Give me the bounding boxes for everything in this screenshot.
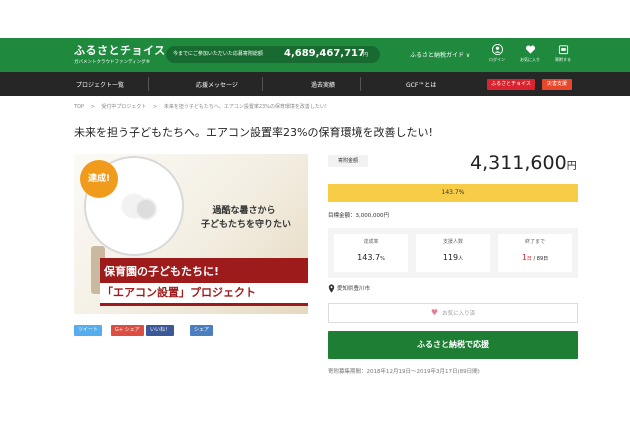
- donation-amount-value: 4,311,600: [470, 152, 567, 174]
- user-icon: [491, 44, 503, 55]
- stat-value: 1日 / 89日: [521, 253, 549, 262]
- nav-support-messages[interactable]: 応援メッセージ: [196, 80, 238, 89]
- stat-label: 終了まで: [524, 239, 545, 245]
- total-donations-label: 今までにご参加いただいた応募寄附総額: [173, 51, 263, 57]
- disaster-support-button[interactable]: 災害支援: [542, 79, 572, 90]
- site-header: ふるさとチョイス ガバメントクラウドファンディング® 今までにご参加いただいた応…: [0, 38, 630, 72]
- tweet-button[interactable]: ツイート: [74, 325, 103, 336]
- project-hero-image: 達成! 過酷な暑さから 子どもたちを守りたい 保育園の子どもたちに! 「エアコン…: [74, 154, 308, 314]
- donation-amount-label: 寄附金額: [328, 155, 368, 167]
- breadcrumb-open-projects[interactable]: 受付中プロジェクト: [101, 104, 146, 110]
- breadcrumb-separator: >: [90, 104, 95, 110]
- stat-supporters: 支援人数 119人: [416, 234, 490, 272]
- total-donations-pill: 今までにご参加いただいた応募寄附総額 4,689,467,717 円: [166, 46, 380, 63]
- donate-support-button[interactable]: ふるさと納税で応援: [328, 331, 578, 359]
- nav-divider: [262, 77, 263, 91]
- project-location: 愛知県豊川市: [328, 284, 370, 293]
- hero-caption-line2: 子どもたちを守りたい: [200, 220, 291, 230]
- breadcrumb-top[interactable]: TOP: [74, 104, 84, 110]
- goal-amount: 目標金額：3,000,000円: [328, 213, 389, 219]
- donation-amount: 4,311,600円: [470, 152, 577, 174]
- hero-caption: 過酷な暑さから 子どもたちを守りたい: [186, 204, 306, 232]
- favorite-button[interactable]: ♥ お気に入り済: [328, 303, 578, 323]
- stat-achievement-rate: 達成率 143.7%: [334, 234, 408, 272]
- favorite-label: お気に入り済: [442, 311, 476, 317]
- page-title: 未来を担う子どもたちへ。エアコン設置率23%の保育環境を改善したい!: [74, 126, 433, 139]
- login-label: ログイン: [489, 57, 505, 62]
- google-plus-share-button[interactable]: G+ シェア: [111, 325, 144, 336]
- gift-box-icon: [558, 45, 568, 55]
- achieved-badge: 達成!: [80, 160, 118, 198]
- facebook-like-button[interactable]: いいね！: [146, 325, 175, 336]
- logo-title: ふるさとチョイス: [74, 44, 166, 57]
- progress-bar: 143.7%: [328, 184, 578, 202]
- site-logo[interactable]: ふるさとチョイス ガバメントクラウドファンディング®: [74, 42, 166, 65]
- nav-past-results[interactable]: 過去実績: [311, 80, 335, 89]
- heart-icon: [525, 45, 535, 54]
- nav-project-list[interactable]: プロジェクト一覧: [76, 80, 124, 89]
- furusato-choice-button[interactable]: ふるさとチョイス: [487, 79, 535, 90]
- location-text: 愛知県豊川市: [337, 286, 371, 292]
- hero-banner-line1: 保育園の子どもたちに!: [104, 265, 220, 278]
- donate-label: 寄附する: [555, 57, 571, 62]
- hero-banner-line2: 「エアコン設置」プロジェクト: [100, 283, 308, 303]
- stats-panel: 達成率 143.7% 支援人数 119人 終了まで 1日 / 89日: [328, 228, 578, 278]
- heart-icon: ♥: [430, 308, 439, 317]
- breadcrumb-separator: >: [153, 104, 158, 110]
- nav-divider: [360, 77, 361, 91]
- stat-days-remaining: 終了まで 1日 / 89日: [498, 234, 572, 272]
- stat-value: 119人: [442, 253, 464, 262]
- breadcrumb: TOP > 受付中プロジェクト > 未来を担う子どもたちへ。エアコン設置率23%…: [74, 103, 332, 110]
- stat-label: 支援人数: [442, 239, 463, 245]
- progress-percent: 143.7%: [441, 189, 465, 196]
- furusato-guide-menu[interactable]: ふるさと納税ガイド ∨: [410, 50, 470, 59]
- favorites-link[interactable]: お気に入り: [518, 44, 542, 63]
- donation-amount-unit: 円: [566, 161, 577, 172]
- total-donations-amount: 4,689,467,717: [284, 48, 365, 59]
- hero-caption-line1: 過酷な暑さから: [212, 206, 276, 216]
- main-nav: プロジェクト一覧 応援メッセージ 過去実績 GCF™とは ふるさとチョイス 災害…: [0, 72, 630, 96]
- facebook-share-button[interactable]: シェア: [190, 325, 214, 336]
- login-link[interactable]: ログイン: [485, 44, 509, 63]
- fan-hub: [135, 198, 157, 220]
- nav-about-gcf[interactable]: GCF™とは: [406, 80, 436, 89]
- breadcrumb-current: 未来を担う子どもたちへ。エアコン設置率23%の保育環境を改善したい!: [163, 104, 327, 110]
- stat-label: 達成率: [363, 239, 379, 245]
- logo-subtitle: ガバメントクラウドファンディング®: [74, 60, 151, 65]
- total-donations-unit: 円: [363, 52, 369, 58]
- nav-divider: [148, 77, 149, 91]
- map-pin-icon: [328, 284, 335, 293]
- stat-value: 143.7%: [357, 253, 385, 262]
- favorites-label: お気に入り: [520, 57, 540, 62]
- donate-link[interactable]: 寄附する: [551, 44, 575, 63]
- hero-banner: 保育園の子どもたちに! 「エアコン設置」プロジェクト: [100, 258, 308, 306]
- donation-period: 寄附募集期間：2018年12月19日～2019年3月17日(89日間): [328, 369, 480, 375]
